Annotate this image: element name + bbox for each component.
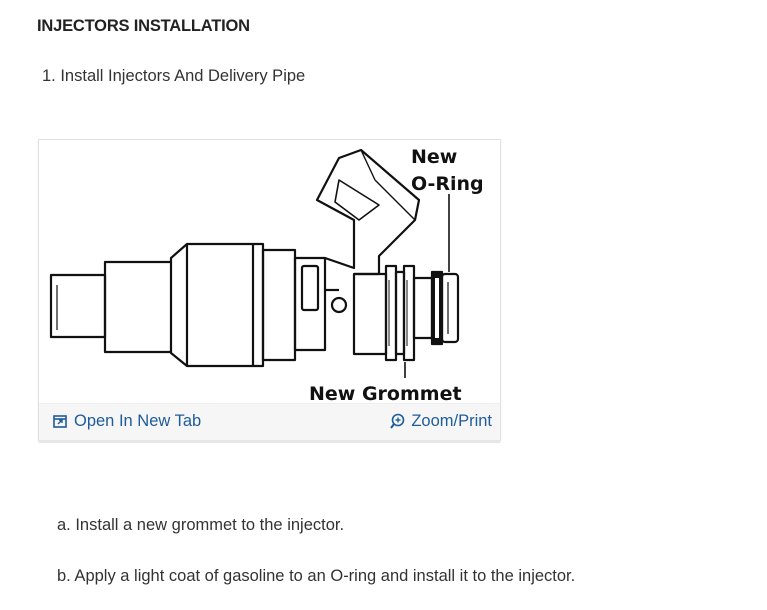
open-in-new-tab-label: Open In New Tab	[74, 412, 202, 430]
figure-card: New O-Ring New Grommet Open In New Tab Z…	[38, 139, 501, 443]
step-heading: 1. Install Injectors And Delivery Pipe	[42, 67, 306, 85]
injector-diagram: New O-Ring New Grommet	[49, 146, 484, 402]
figure-footer: Open In New Tab Zoom/Print	[39, 403, 500, 440]
oring-label-line2: O-Ring	[411, 173, 484, 195]
grommet-label: New Grommet	[309, 383, 462, 402]
zoom-print-label: Zoom/Print	[411, 412, 492, 430]
instruction-b: b. Apply a light coat of gasoline to an …	[57, 567, 576, 585]
injector-drawing	[49, 148, 460, 378]
zoom-icon	[390, 413, 405, 429]
section-title: INJECTORS INSTALLATION	[37, 17, 250, 35]
open-in-new-tab-icon	[53, 415, 67, 428]
open-in-new-tab-link[interactable]: Open In New Tab	[53, 412, 201, 431]
instruction-a: a. Install a new grommet to the injector…	[57, 516, 345, 534]
zoom-print-link[interactable]: Zoom/Print	[390, 412, 492, 431]
oring-label-line1: New	[411, 146, 457, 168]
